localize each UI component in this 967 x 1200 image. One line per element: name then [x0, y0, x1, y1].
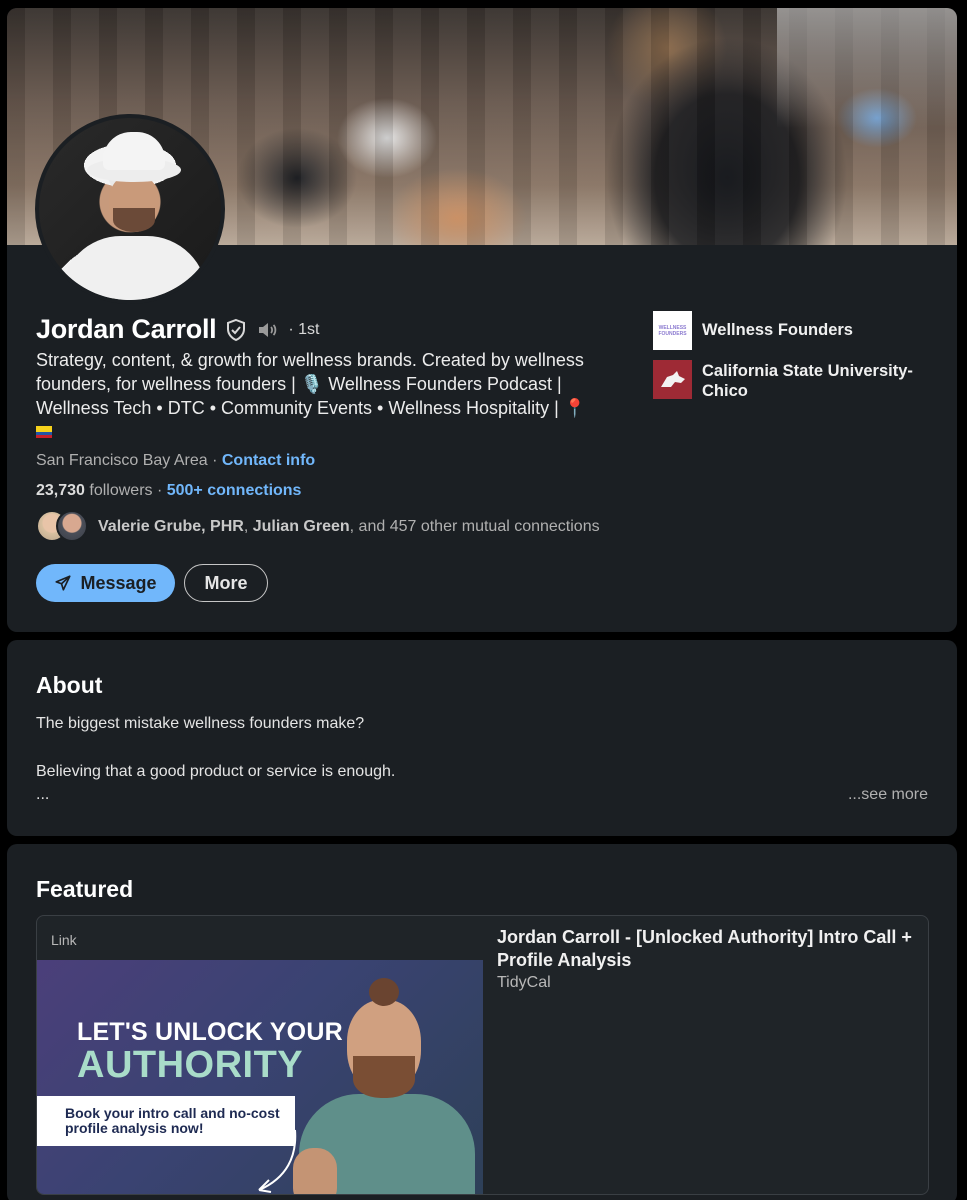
- banner-wall: [777, 8, 957, 128]
- profile-avatar[interactable]: [35, 114, 225, 304]
- more-button[interactable]: More: [184, 564, 268, 602]
- thumb-headline-2: AUTHORITY: [77, 1044, 304, 1086]
- org-name-company: Wellness Founders: [702, 321, 853, 339]
- about-card: About The biggest mistake wellness found…: [7, 640, 957, 836]
- headline-line-3: Wellness Tech • DTC • Community Events •…: [36, 398, 587, 418]
- featured-item-type: Link: [51, 932, 77, 948]
- connections-separator: ·: [152, 482, 167, 499]
- featured-item-title[interactable]: Jordan Carroll - [Unlocked Authority] In…: [497, 926, 922, 972]
- mutual-name-2: Julian Green: [252, 518, 350, 535]
- thumb-person-arm: [293, 1148, 337, 1194]
- profile-card: Jordan Carroll · 1st Strategy, content, …: [7, 8, 957, 632]
- headline-line-1: Strategy, content, & growth for wellness…: [36, 350, 584, 370]
- about-line-2: Believing that a good product or service…: [36, 763, 396, 780]
- profile-name: Jordan Carroll: [36, 314, 217, 344]
- featured-title: Featured: [36, 876, 134, 902]
- follow-row: 23,730 followers · 500+ connections: [36, 482, 301, 500]
- action-buttons: Message More: [36, 564, 268, 602]
- org-education[interactable]: California State University-Chico: [653, 360, 943, 401]
- about-title: About: [36, 672, 103, 698]
- featured-item-source: TidyCal: [497, 974, 551, 991]
- thumb-person-hair-bun: [369, 978, 399, 1006]
- mutual-rest: , and 457 other mutual connections: [349, 518, 600, 535]
- wellness-founders-logo: WELLNESS FOUNDERS: [653, 311, 692, 350]
- mutual-avatars: [36, 510, 88, 544]
- connections-link[interactable]: 500+ connections: [167, 482, 302, 499]
- thumb-person-photo: [293, 978, 479, 1194]
- avatar-beard: [113, 208, 155, 232]
- location-separator: ·: [207, 452, 222, 469]
- mutual-connections[interactable]: Valerie Grube, PHR, Julian Green, and 45…: [36, 510, 600, 544]
- flag-icon: [36, 426, 52, 438]
- name-row: Jordan Carroll · 1st: [36, 314, 319, 345]
- mutual-sep: ,: [243, 518, 253, 535]
- mutual-text: Valerie Grube, PHR, Julian Green, and 45…: [98, 518, 600, 536]
- message-button[interactable]: Message: [36, 564, 175, 602]
- send-icon: [55, 575, 72, 591]
- more-button-label: More: [204, 572, 248, 593]
- thumb-person-beard: [353, 1056, 415, 1098]
- connection-degree: · 1st: [288, 320, 320, 338]
- org-name-school: California State University-Chico: [702, 362, 913, 400]
- wellness-founders-logo-text: WELLNESS FOUNDERS: [658, 324, 687, 337]
- profile-orgs: WELLNESS FOUNDERS Wellness Founders Cali…: [653, 311, 943, 411]
- headline-line-2: founders, for wellness founders | 🎙️ Wel…: [36, 374, 562, 394]
- featured-link-item[interactable]: Link LET'S UNLOCK YOUR AUTHORITY Book yo…: [36, 915, 929, 1195]
- name-pronunciation-speaker-icon[interactable]: [256, 318, 280, 342]
- wildcat-icon: [660, 370, 685, 387]
- avatar-shirt: [61, 236, 207, 300]
- csu-chico-logo: [653, 360, 692, 399]
- location: San Francisco Bay Area: [36, 452, 208, 469]
- mutual-avatar-2: [56, 510, 88, 542]
- featured-card: Featured Link LET'S UNLOCK YOUR AUTHORIT…: [7, 844, 957, 1200]
- followers-label: followers: [84, 482, 153, 499]
- location-row: San Francisco Bay Area · Contact info: [36, 452, 315, 470]
- see-more-link[interactable]: ...see more: [848, 786, 928, 804]
- mutual-name-1: Valerie Grube, PHR: [98, 518, 244, 535]
- contact-info-link[interactable]: Contact info: [222, 452, 315, 469]
- org-current-company[interactable]: WELLNESS FOUNDERS Wellness Founders: [653, 311, 943, 350]
- profile-headline: Strategy, content, & growth for wellness…: [36, 348, 636, 444]
- avatar-hat-top: [103, 132, 165, 170]
- about-line-1: The biggest mistake wellness founders ma…: [36, 715, 365, 732]
- featured-thumbnail[interactable]: LET'S UNLOCK YOUR AUTHORITY Book your in…: [37, 960, 483, 1194]
- followers-count: 23,730: [36, 482, 85, 499]
- verified-shield-icon[interactable]: [224, 318, 248, 342]
- message-button-label: Message: [80, 572, 157, 593]
- about-ellipsis: ...: [36, 786, 50, 803]
